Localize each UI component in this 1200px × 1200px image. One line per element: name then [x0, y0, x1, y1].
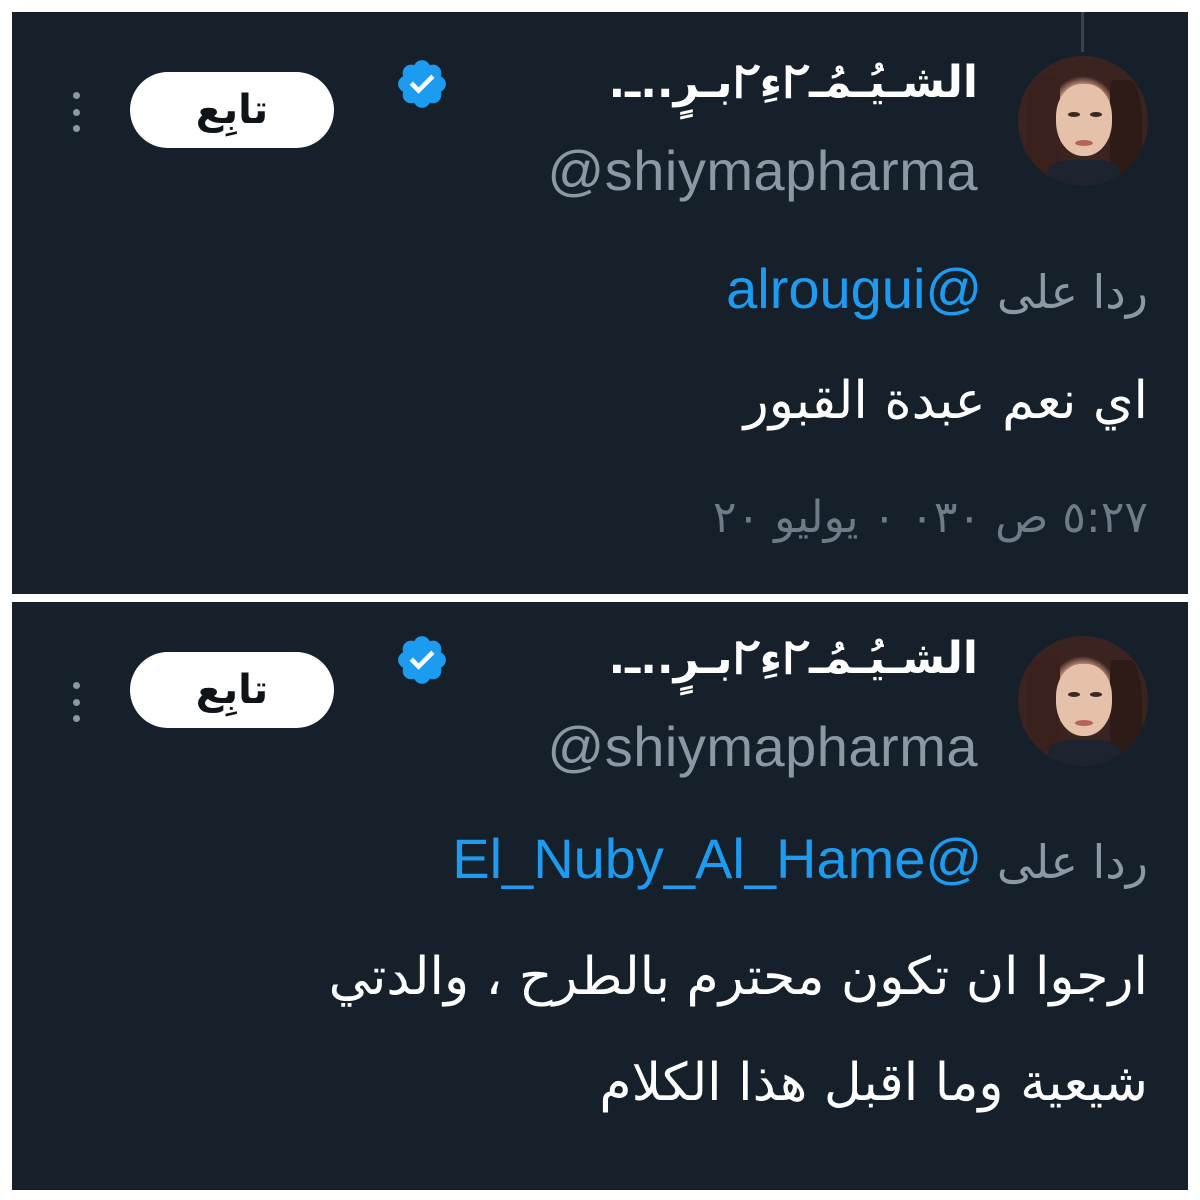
tweet-timestamp[interactable]: ٥:٢٧ ص ٠٣٠ ٠ يوليو ٢٠ — [713, 492, 1148, 543]
verified-badge-icon — [398, 636, 446, 684]
user-handle[interactable]: @shiymapharma — [547, 138, 978, 203]
tweet-card: تابِع الشـيُـمُـ𐐊ءِ𐐊بـرٍ..ـ. @shiymaphar… — [12, 602, 1188, 1190]
tweet-text: اي نعم عبدة القبور — [743, 371, 1148, 431]
reply-context: ردا على @alrougui — [726, 256, 1148, 321]
tweet-card: تابِع الشـيُـمُـ𐐊ءِ𐐊بـرٍ..ـ. @shiymaphar… — [12, 12, 1188, 594]
reply-mention-link[interactable]: @El_Nuby_Al_Hame — [452, 827, 982, 890]
tweet-text-line: ارجوا ان تكون محترم بالطرح ، والدتي — [328, 947, 1148, 1007]
more-options-icon[interactable] — [70, 92, 82, 132]
follow-button[interactable]: تابِع — [130, 652, 334, 728]
display-name[interactable]: الشـيُـمُـ𐐊ءِ𐐊بـرٍ..ـ. — [608, 626, 978, 686]
thread-line — [1081, 12, 1084, 52]
reply-context: ردا على @El_Nuby_Al_Hame — [452, 826, 1148, 891]
reply-prefix: ردا على — [996, 835, 1148, 889]
display-name[interactable]: الشـيُـمُـ𐐊ءِ𐐊بـرٍ..ـ. — [608, 50, 978, 110]
tweet-text-line: شيعية وما اقبل هذا الكلام — [599, 1053, 1148, 1113]
verified-badge-icon — [398, 60, 446, 108]
more-options-icon[interactable] — [70, 682, 82, 722]
avatar[interactable] — [1018, 636, 1148, 766]
follow-button[interactable]: تابِع — [130, 72, 334, 148]
reply-prefix: ردا على — [996, 265, 1148, 319]
avatar[interactable] — [1018, 56, 1148, 186]
reply-mention-link[interactable]: @alrougui — [726, 257, 982, 320]
user-handle[interactable]: @shiymapharma — [547, 714, 978, 779]
